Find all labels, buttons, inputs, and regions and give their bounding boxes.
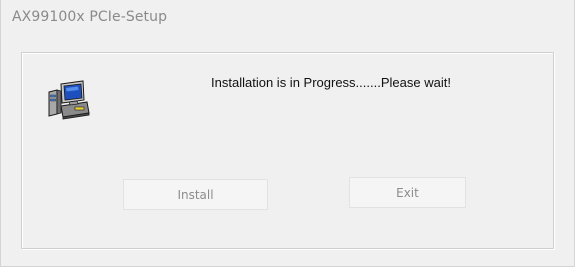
window-title: AX99100x PCIe-Setup [12, 9, 168, 25]
setup-window: AX99100x PCIe-Setup Installation is in P… [0, 0, 575, 267]
exit-button[interactable]: Exit [349, 177, 466, 208]
computer-setup-icon [47, 80, 91, 120]
progress-message: Installation is in Progress.......Please… [211, 75, 451, 90]
install-button[interactable]: Install [123, 179, 268, 210]
title-bar[interactable]: AX99100x PCIe-Setup [1, 0, 574, 38]
exit-button-label: Exit [396, 185, 419, 200]
install-button-label: Install [177, 187, 214, 202]
